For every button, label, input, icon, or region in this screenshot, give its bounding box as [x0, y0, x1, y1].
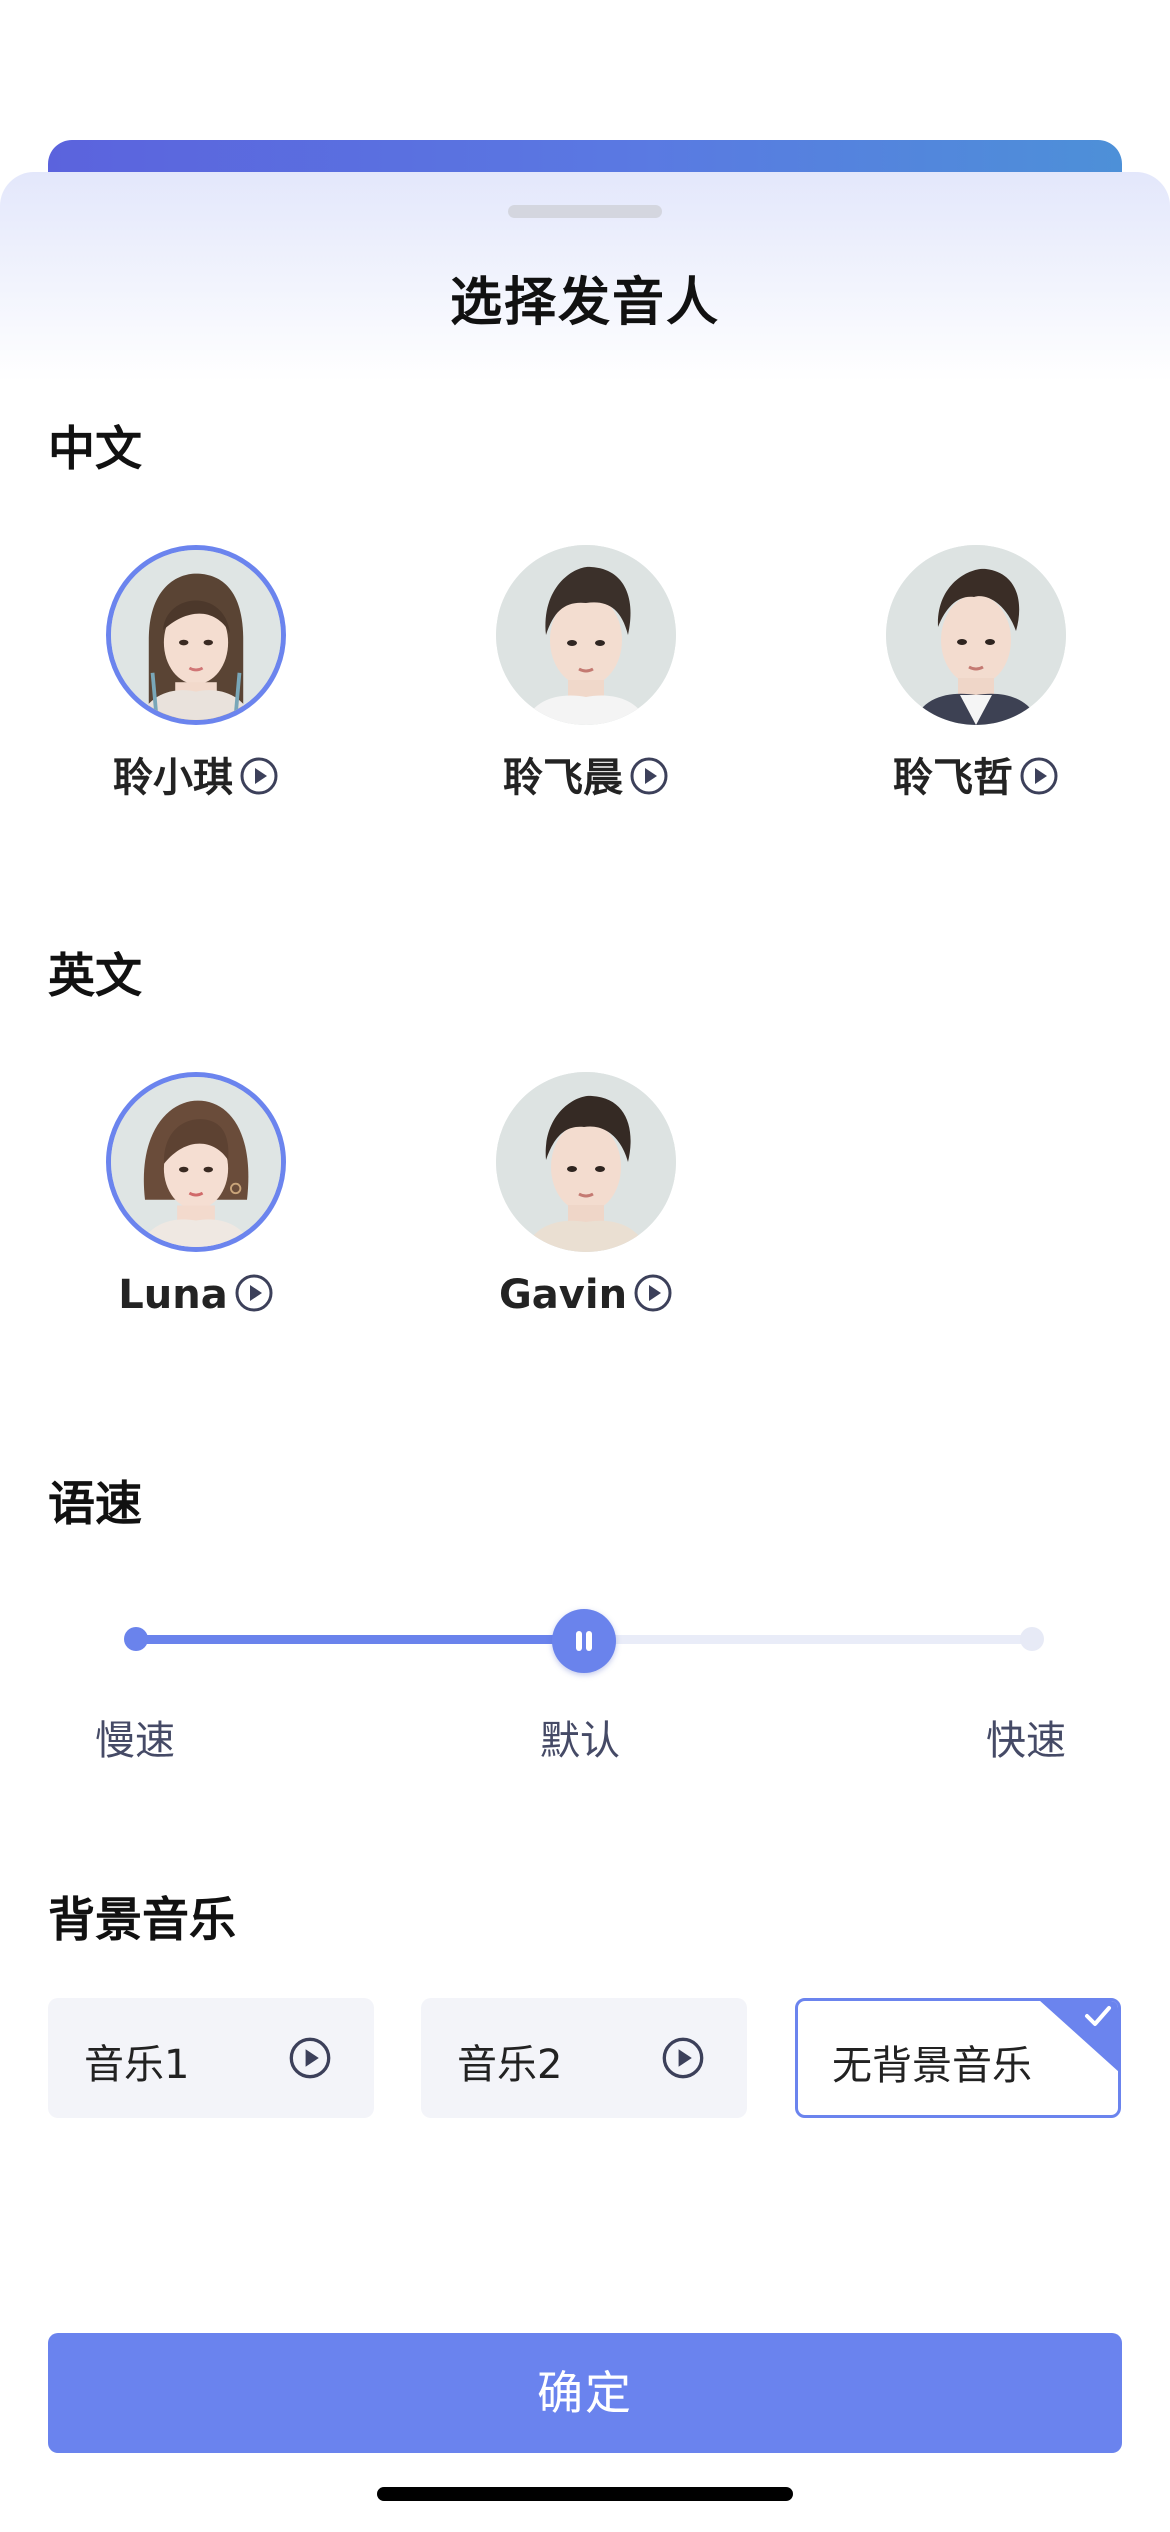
sheet-title: 选择发音人: [449, 273, 720, 333]
confirm-button[interactable]: 确定: [48, 2333, 1122, 2453]
voice-option-feichen[interactable]: 聆飞晨: [448, 545, 708, 805]
play-icon[interactable]: [234, 1273, 274, 1313]
play-icon[interactable]: [239, 756, 279, 796]
voice-label-feizhe: 聆飞哲: [838, 745, 1114, 803]
voice-option-xiaoqi[interactable]: 聆小琪: [58, 545, 318, 805]
voice-picker-sheet: 选择发音人: [0, 172, 1170, 2532]
avatar-gavin: [496, 1072, 676, 1252]
music-option-label: 无背景音乐: [832, 2043, 1032, 2089]
avatar-feichen: [496, 545, 676, 725]
voice-label-feichen: 聆飞晨: [448, 745, 724, 803]
music-option-none[interactable]: 无背景音乐: [795, 1998, 1121, 2118]
avatar-feizhe: [886, 545, 1066, 725]
speed-step-fast[interactable]: [1020, 1627, 1044, 1651]
avatar-xiaoqi: [106, 545, 286, 725]
avatar-luna: [106, 1072, 286, 1252]
section-title-english: 英文: [48, 949, 142, 1004]
play-icon[interactable]: [1019, 756, 1059, 796]
sheet-grabber-handle[interactable]: [508, 205, 662, 218]
music-option-2[interactable]: 音乐2: [421, 1998, 747, 2118]
voice-label-xiaoqi: 聆小琪: [58, 745, 334, 803]
speed-label-default[interactable]: 默认: [540, 1708, 620, 1766]
voice-option-luna[interactable]: Luna: [58, 1072, 318, 1332]
play-icon[interactable]: [629, 756, 669, 796]
pause-icon: [576, 1631, 582, 1651]
checkmark-icon: [1040, 2001, 1118, 2072]
voice-label-gavin: Gavin: [448, 1272, 724, 1318]
music-option-label: 音乐2: [457, 2042, 563, 2088]
section-title-music: 背景音乐: [48, 1893, 236, 1948]
play-icon[interactable]: [288, 2036, 332, 2080]
home-indicator: [377, 2487, 793, 2501]
music-option-label: 音乐1: [84, 2042, 190, 2088]
music-option-1[interactable]: 音乐1: [48, 1998, 374, 2118]
speed-step-slow[interactable]: [124, 1627, 148, 1651]
speed-slider-fill: [136, 1635, 584, 1644]
speed-slider-thumb[interactable]: [552, 1609, 616, 1673]
voice-option-gavin[interactable]: Gavin: [448, 1072, 708, 1332]
section-title-chinese: 中文: [48, 422, 142, 477]
play-icon[interactable]: [661, 2036, 705, 2080]
speed-label-fast[interactable]: 快速: [986, 1708, 1066, 1766]
section-title-speed: 语速: [48, 1477, 142, 1532]
speed-label-slow[interactable]: 慢速: [95, 1708, 175, 1766]
play-icon[interactable]: [633, 1273, 673, 1313]
voice-label-luna: Luna: [58, 1272, 334, 1318]
voice-option-feizhe[interactable]: 聆飞哲: [838, 545, 1098, 805]
